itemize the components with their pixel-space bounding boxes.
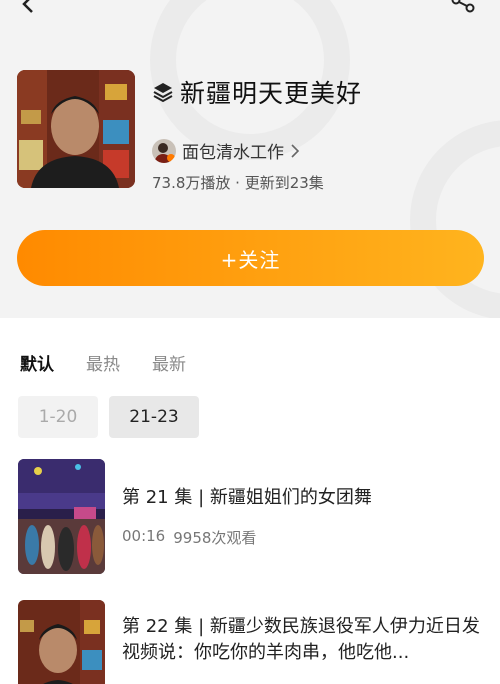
series-header: 新疆明天更美好 面包清水工作 73.8万播放 · 更新到23集 +关注	[0, 0, 500, 318]
chevron-left-icon[interactable]	[18, 0, 40, 14]
episode-list-panel: 默认 最热 最新 1-20 21-23 第 21 集 | 新疆姐姐们的女团舞 0…	[0, 318, 500, 684]
chevron-right-icon	[291, 143, 300, 158]
episode-duration: 00:16	[122, 527, 166, 545]
range-tabs: 1-20 21-23	[18, 396, 199, 438]
series-title-row: 新疆明天更美好	[152, 74, 362, 110]
author-link[interactable]: 面包清水工作	[152, 138, 300, 163]
author-name: 面包清水工作	[182, 143, 284, 163]
share-icon[interactable]	[450, 0, 476, 14]
tab-newest[interactable]: 最新	[152, 350, 186, 375]
episode-thumbnail[interactable]	[18, 459, 105, 574]
series-cover[interactable]	[17, 70, 135, 188]
avatar	[152, 138, 176, 163]
tab-default[interactable]: 默认	[20, 350, 54, 375]
page-title: 新疆明天更美好	[180, 79, 363, 108]
range-tab-1-20[interactable]: 1-20	[18, 396, 98, 438]
range-tab-21-23[interactable]: 21-23	[109, 396, 199, 438]
series-stats: 73.8万播放 · 更新到23集	[152, 174, 324, 192]
sort-tabs: 默认 最热 最新	[20, 350, 186, 375]
follow-button[interactable]: +关注	[17, 230, 484, 286]
tab-hottest[interactable]: 最热	[86, 350, 120, 375]
episode-thumbnail[interactable]	[18, 600, 105, 684]
episode-title: 第 22 集 | 新疆少数民族退役军人伊力近日发视频说：你吃你的羊肉串，他吃他.…	[122, 616, 480, 663]
episode-meta: 00:16 9958次观看	[122, 527, 256, 548]
episode-views: 9958次观看	[173, 529, 257, 547]
decorative-ring	[410, 120, 500, 318]
layers-icon	[153, 83, 173, 103]
episode-title: 第 21 集 | 新疆姐姐们的女团舞	[122, 487, 372, 508]
